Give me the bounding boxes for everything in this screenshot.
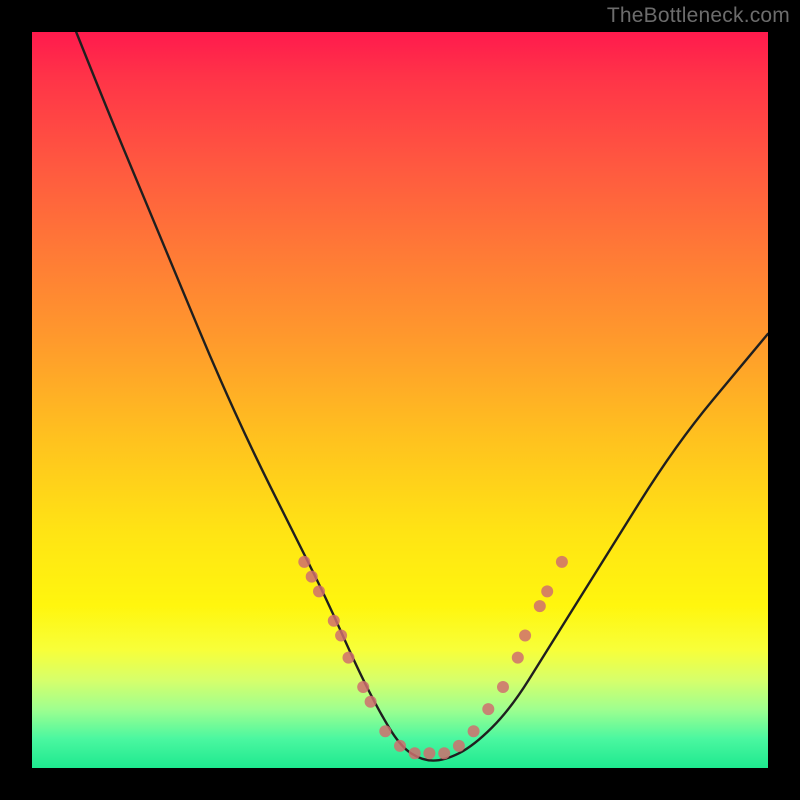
chart-svg <box>32 32 768 768</box>
data-marker <box>541 585 553 597</box>
data-marker <box>313 585 325 597</box>
bottleneck-curve-path <box>76 32 768 761</box>
data-marker <box>365 696 377 708</box>
data-marker <box>357 681 369 693</box>
data-marker <box>438 747 450 759</box>
data-marker <box>453 740 465 752</box>
data-marker <box>512 652 524 664</box>
data-marker <box>423 747 435 759</box>
data-marker <box>534 600 546 612</box>
data-marker <box>379 725 391 737</box>
data-marker <box>468 725 480 737</box>
data-marker <box>394 740 406 752</box>
data-marker <box>482 703 494 715</box>
data-marker <box>409 747 421 759</box>
watermark-text: TheBottleneck.com <box>607 4 790 28</box>
outer-frame: TheBottleneck.com <box>0 0 800 800</box>
data-marker <box>306 571 318 583</box>
data-marker <box>556 556 568 568</box>
data-marker <box>298 556 310 568</box>
plot-area <box>32 32 768 768</box>
marker-group <box>298 556 568 759</box>
data-marker <box>343 652 355 664</box>
data-marker <box>328 615 340 627</box>
data-marker <box>519 630 531 642</box>
data-marker <box>497 681 509 693</box>
data-marker <box>335 630 347 642</box>
